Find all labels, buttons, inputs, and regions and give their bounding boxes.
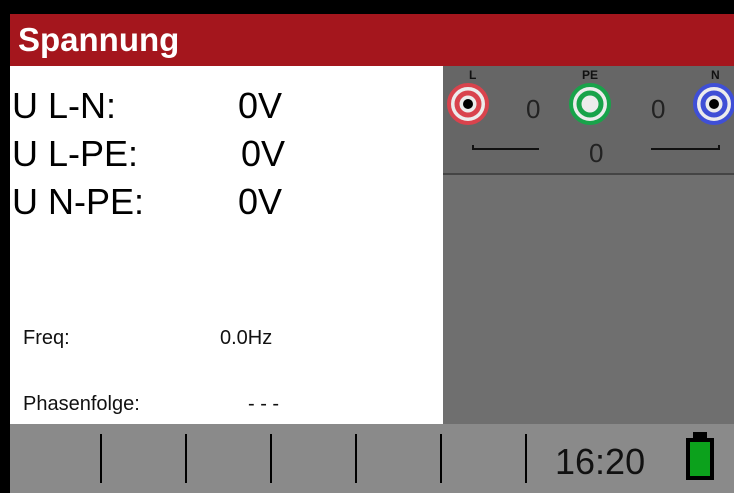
softkey-divider xyxy=(270,434,272,483)
pe-n-value: 0 xyxy=(651,94,666,124)
softkey-divider xyxy=(355,434,357,483)
softkey-divider xyxy=(440,434,442,483)
freq-value: 0.0Hz xyxy=(220,327,273,349)
softkey-divider xyxy=(100,434,102,483)
terminal-panel: L PE N 0 0 0 xyxy=(443,66,734,424)
terminal-n-icon xyxy=(693,83,734,125)
battery-full-icon xyxy=(686,438,714,480)
reading-label: U N-PE: xyxy=(12,181,145,222)
softkey-bar: 16:20 xyxy=(10,424,734,493)
page-title: Spannung xyxy=(18,21,180,58)
meter-screen: Spannung U L-N: 0V U L-PE: 0V U N-PE: 0V… xyxy=(10,14,734,493)
l-n-bracket xyxy=(472,145,720,150)
reading-label: U L-N: xyxy=(12,85,117,126)
terminal-icons xyxy=(447,83,734,125)
terminal-pe-icon xyxy=(569,83,611,125)
softkey-divider xyxy=(525,434,527,483)
phase-label: Phasenfolge: xyxy=(23,393,140,415)
phase-value: - - - xyxy=(248,393,280,415)
softkey-divider xyxy=(185,434,187,483)
readings-panel: U L-N: 0V U L-PE: 0V U N-PE: 0V Freq: 0.… xyxy=(10,66,443,424)
reading-value: 0V xyxy=(238,85,283,126)
terminal-l-icon xyxy=(447,83,489,125)
l-pe-value: 0 xyxy=(526,94,541,124)
reading-value: 0V xyxy=(241,133,286,174)
terminal-strip: L PE N 0 0 0 xyxy=(443,66,734,175)
clock-time: 16:20 xyxy=(555,441,646,482)
reading-label: U L-PE: xyxy=(12,133,139,174)
title-bar: Spannung xyxy=(10,14,734,66)
reading-value: 0V xyxy=(238,181,283,222)
freq-label: Freq: xyxy=(23,327,70,349)
